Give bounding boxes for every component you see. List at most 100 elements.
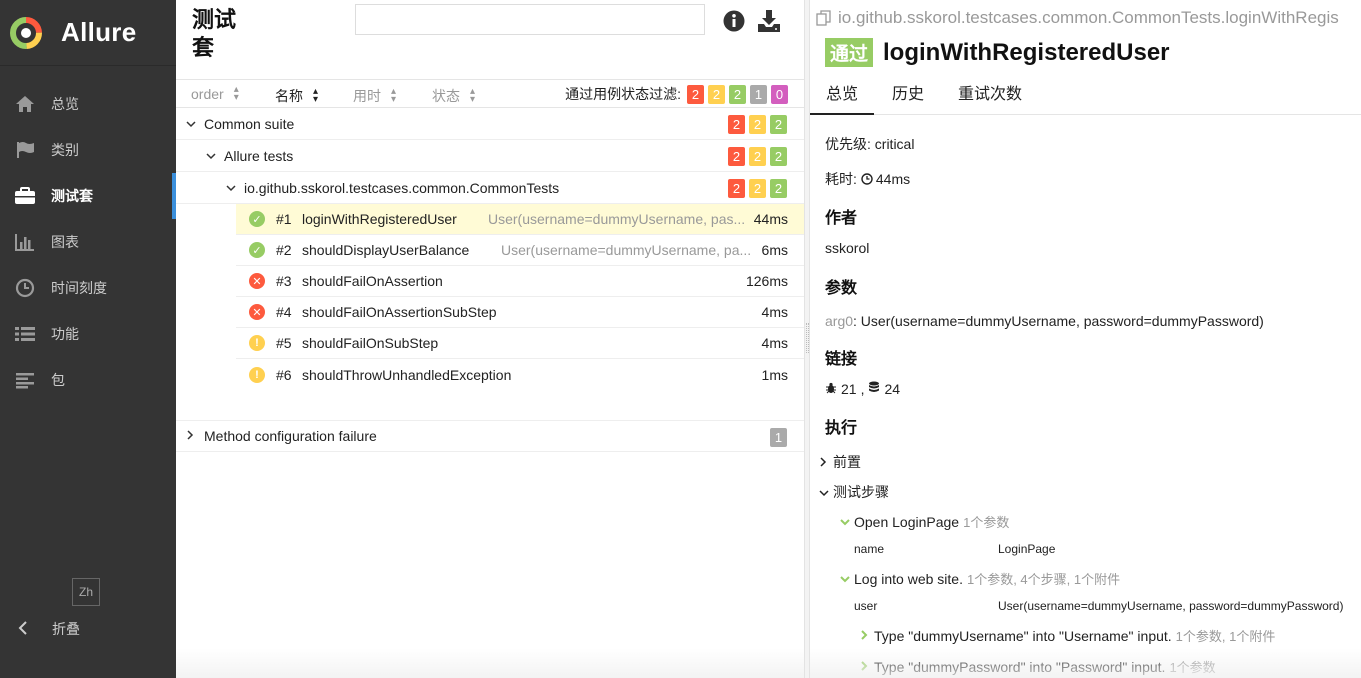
broken-status-icon: !	[249, 335, 265, 351]
sidebar-item-label: 功能	[51, 326, 79, 342]
detail-tabs: 总览 历史 重试次数	[810, 77, 1361, 115]
step-row[interactable]: Open LoginPage 1个参数	[840, 512, 1009, 531]
copy-icon[interactable]	[816, 10, 832, 26]
step-meta: 1个参数, 4个步骤, 1个附件	[966, 572, 1121, 587]
suite-stats: 2 2 2	[724, 147, 787, 166]
sort-caret-icon: ▴ ▾	[313, 86, 319, 105]
home-icon	[13, 94, 37, 114]
allure-report: Allure 总览 类别 测试套 图表 时间刻度 功能 包 Zh 折叠 测试套 …	[0, 0, 1361, 678]
issue-link[interactable]: 21	[841, 381, 857, 397]
suite-row[interactable]: io.github.sskorol.testcases.common.Commo…	[176, 172, 804, 204]
flag-icon	[13, 140, 37, 160]
case-number: #6	[276, 366, 292, 383]
test-body-section[interactable]: 测试步骤	[819, 482, 889, 502]
sidebar-item-behaviors[interactable]: 功能	[0, 311, 176, 357]
language-switch[interactable]: Zh	[72, 578, 100, 606]
author-heading: 作者	[825, 210, 858, 227]
param-name: arg0	[825, 313, 854, 329]
execution-heading: 执行	[825, 420, 858, 437]
setup-section[interactable]: 前置	[819, 452, 861, 472]
sidebar-item-categories[interactable]: 类别	[0, 127, 176, 173]
collapse-button[interactable]: 折叠	[0, 612, 80, 646]
sort-name[interactable]: 名称 ▴ ▾	[275, 86, 318, 106]
list-icon	[13, 324, 37, 344]
breadcrumb-path: io.github.sskorol.testcases.common.Commo…	[838, 8, 1339, 27]
test-body-label: 测试步骤	[833, 484, 889, 500]
suite-stats: 1	[766, 428, 787, 447]
case-duration: 126ms	[745, 273, 788, 289]
test-case-row[interactable]: ! #6 shouldThrowUnhandledException 1ms	[236, 359, 804, 390]
case-number: #3	[276, 273, 292, 289]
chevron-right-icon	[860, 628, 874, 643]
sort-order[interactable]: order ▴ ▾	[191, 84, 239, 103]
chevron-down-icon	[840, 514, 854, 529]
chevron-down-icon	[840, 571, 854, 586]
briefcase-icon	[13, 186, 37, 206]
substep-row[interactable]: Type "dummyPassword" into "Password" inp…	[860, 657, 1216, 676]
filter-passed-toggle[interactable]: 2	[729, 84, 746, 104]
passed-count: 2	[770, 115, 787, 134]
sidebar-item-label: 总览	[51, 96, 79, 112]
test-title: loginWithRegisteredUser	[883, 38, 1170, 66]
sort-bar: order ▴ ▾ 名称 ▴ ▾ 用时 ▴ ▾ 状态 ▴ ▾ 通过用例状态过滤: 2 2…	[176, 80, 804, 108]
test-case-row[interactable]: ✕ #4 shouldFailOnAssertionSubStep 4ms	[236, 297, 804, 328]
chevron-left-icon	[18, 620, 28, 638]
chevron-right-icon	[860, 659, 874, 674]
test-case-row[interactable]: ! #5 shouldFailOnSubStep 4ms	[236, 328, 804, 359]
case-number: #5	[276, 335, 292, 351]
sort-status[interactable]: 状态 ▴ ▾	[432, 86, 475, 106]
sidebar-item-suites[interactable]: 测试套	[0, 173, 176, 219]
suites-pane: 测试套 order ▴ ▾ 名称 ▴ ▾ 用时 ▴ ▾ 状态 ▴ ▾ 通过用例状…	[176, 0, 804, 678]
case-parameters: User(username=dummyUsername, pa...	[501, 242, 752, 258]
sort-order-label: order	[191, 86, 224, 102]
failed-count: 2	[728, 179, 745, 198]
chevron-down-icon	[819, 484, 833, 500]
sort-status-label: 状态	[432, 88, 460, 104]
step-row[interactable]: Log into web site. 1个参数, 4个步骤, 1个附件	[840, 569, 1120, 588]
sort-caret-icon: ▴ ▾	[233, 84, 239, 103]
suite-row[interactable]: Allure tests 2 2 2	[176, 140, 804, 172]
passed-count: 2	[770, 179, 787, 198]
allure-logo-icon	[10, 16, 42, 49]
sidebar-item-packages[interactable]: 包	[0, 357, 176, 403]
test-case-row[interactable]: ✕ #3 shouldFailOnAssertion 126ms	[236, 266, 804, 297]
sidebar-item-timeline[interactable]: 时间刻度	[0, 265, 176, 311]
duration-row: 耗时: 44ms	[825, 169, 910, 189]
filter-unknown-toggle[interactable]: 0	[771, 84, 788, 104]
case-number: #1	[276, 211, 292, 227]
suite-row[interactable]: Common suite 2 2 2	[176, 108, 804, 140]
tab-overview[interactable]: 总览	[810, 77, 875, 115]
search-input[interactable]	[355, 4, 705, 35]
broken-count: 2	[749, 115, 766, 134]
param-row: arg0: User(username=dummyUsername, passw…	[825, 313, 1264, 329]
suite-row[interactable]: Method configuration failure 1	[176, 420, 804, 452]
sidebar-item-overview[interactable]: 总览	[0, 81, 176, 127]
breadcrumb: io.github.sskorol.testcases.common.Commo…	[816, 8, 1339, 28]
substep-meta: 1个参数	[1169, 660, 1216, 675]
tms-link[interactable]: 24	[884, 381, 900, 397]
brand[interactable]: Allure	[0, 0, 176, 66]
filter-skipped-toggle[interactable]: 1	[750, 84, 767, 104]
sidebar-item-graphs[interactable]: 图表	[0, 219, 176, 265]
step-param-value: User(username=dummyUsername, password=du…	[998, 599, 1344, 613]
sort-duration[interactable]: 用时 ▴ ▾	[353, 86, 396, 106]
tab-retries[interactable]: 重试次数	[942, 77, 1038, 115]
filter-broken-toggle[interactable]: 2	[708, 84, 725, 104]
suite-name: Allure tests	[224, 147, 294, 164]
case-duration: 6ms	[761, 242, 788, 258]
case-name: shouldDisplayUserBalance	[302, 242, 470, 258]
sidebar: Allure 总览 类别 测试套 图表 时间刻度 功能 包 Zh 折叠	[0, 0, 176, 678]
sidebar-item-label: 类别	[51, 142, 79, 158]
filter-failed-toggle[interactable]: 2	[687, 84, 704, 104]
database-icon	[868, 381, 880, 397]
severity-value: critical	[874, 136, 915, 152]
sidebar-item-label: 测试套	[51, 188, 93, 204]
info-icon[interactable]	[722, 9, 746, 33]
tab-history[interactable]: 历史	[876, 77, 940, 115]
test-case-row[interactable]: ✓ #2 shouldDisplayUserBalance User(usern…	[236, 235, 804, 266]
failed-count: 2	[728, 115, 745, 134]
passed-status-icon: ✓	[249, 211, 265, 227]
download-icon[interactable]	[757, 9, 781, 33]
substep-row[interactable]: Type "dummyUsername" into "Username" inp…	[860, 626, 1275, 645]
test-case-row[interactable]: ✓ #1 loginWithRegisteredUser User(userna…	[236, 204, 804, 235]
